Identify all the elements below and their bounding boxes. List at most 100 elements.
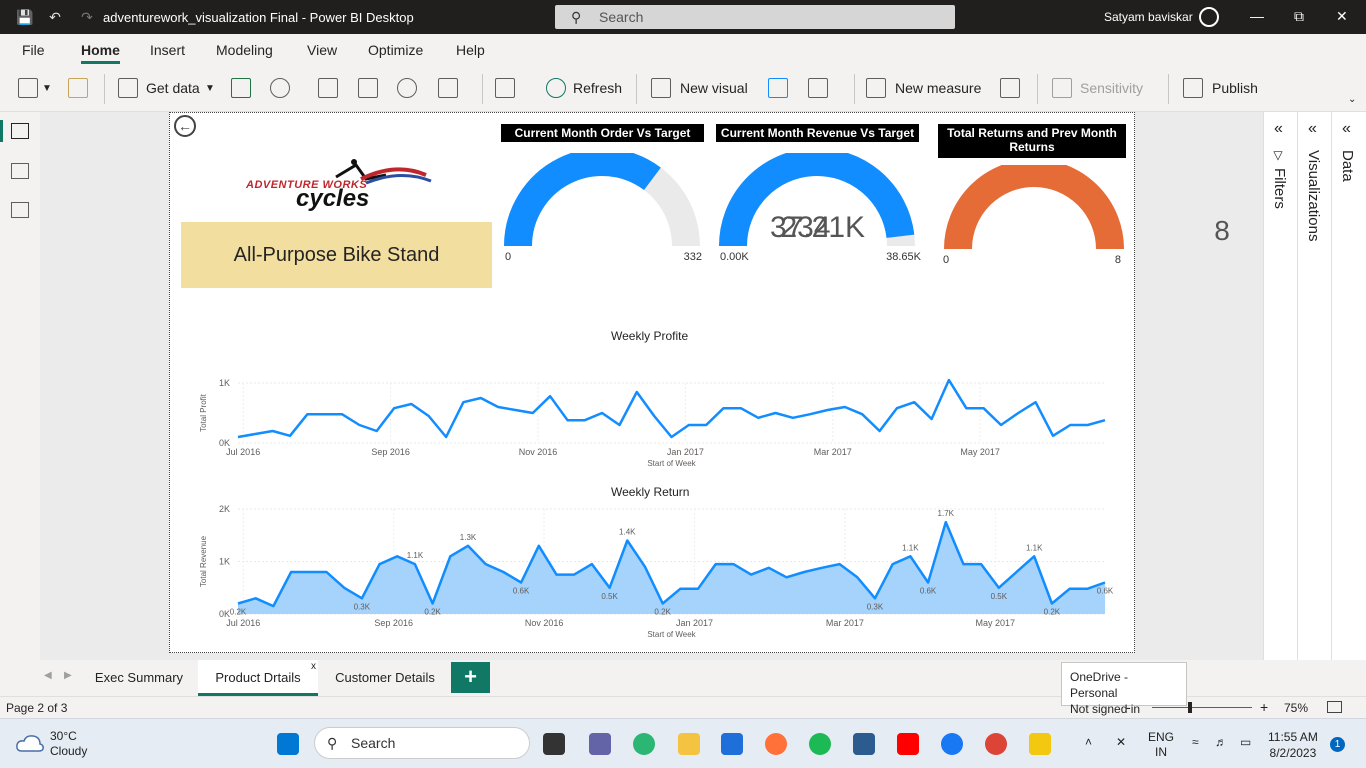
visualizations-pane-collapsed[interactable]: « Visualizations [1297,112,1331,660]
avatar-icon[interactable] [1199,7,1219,27]
format-painter-icon[interactable] [68,78,88,98]
teams-icon[interactable] [589,733,611,755]
onelake-icon[interactable] [270,78,290,98]
zoom-in-button[interactable]: + [1260,699,1268,715]
dataverse-icon[interactable] [318,78,338,98]
excel-icon[interactable] [231,78,251,98]
publish-button[interactable]: Publish [1212,80,1258,96]
notification-badge[interactable]: 1 [1330,737,1345,752]
back-arrow-icon[interactable]: ← [174,115,196,137]
prev-page-icon[interactable]: ◀ [44,670,52,681]
start-icon[interactable] [277,733,299,755]
facebook-icon[interactable] [941,733,963,755]
refresh-button[interactable]: Refresh [573,80,622,96]
refresh-icon[interactable] [546,78,566,98]
spotify-icon[interactable] [809,733,831,755]
expand-filters-icon[interactable]: « [1274,120,1283,138]
filters-pane-collapsed[interactable]: « ▽ Filters [1263,112,1297,660]
gauge-orders-max: 332 [683,251,702,263]
zoom-slider-thumb[interactable] [1188,702,1192,713]
product-name-card[interactable]: All-Purpose Bike Stand [181,222,492,288]
weather-widget[interactable]: 30°C Cloudy [50,729,87,759]
task-view-icon[interactable] [543,733,565,755]
paste-dropdown-icon[interactable]: ▼ [42,83,52,94]
menu-view[interactable]: View [307,42,337,58]
enter-data-icon[interactable] [358,78,378,98]
expand-data-icon[interactable]: « [1342,120,1351,138]
text-box-icon[interactable] [768,78,788,98]
show-hidden-icons[interactable]: ˄ [1085,735,1092,749]
menu-modeling[interactable]: Modeling [216,42,273,58]
table-view-icon[interactable] [11,163,29,179]
gauge-returns[interactable]: 8 0 8 [940,159,1230,275]
data-label: 1.1K [902,543,919,552]
weekly-return-chart[interactable]: 0K1K2KJul 2016 Sep 2016 Nov 2016 Jan 2017 Ma… [190,501,1120,641]
gauge-fill [944,159,1124,250]
publish-icon[interactable] [1183,78,1203,98]
power-bi-icon[interactable] [1029,733,1051,755]
model-view-icon[interactable] [11,202,29,218]
expand-visualizations-icon[interactable]: « [1308,120,1317,138]
menu-help[interactable]: Help [456,42,485,58]
undo-icon[interactable]: ↶ [46,8,64,26]
more-visuals-icon[interactable] [808,78,828,98]
taskbar-search[interactable]: ⚲ Search [314,727,530,759]
data-label: 1.7K [938,509,955,518]
data-label: 0.5K [991,592,1008,601]
new-visual-button[interactable]: New visual [680,80,748,96]
tab-exec-summary[interactable]: Exec Summary [84,660,194,696]
report-view-icon[interactable] [11,123,29,139]
close-tab-icon[interactable]: x [311,649,316,685]
clock[interactable]: 11:55 AM 8/2/2023 [1268,729,1318,761]
user-name[interactable]: Satyam baviskar [1104,10,1193,24]
new-measure-button[interactable]: New measure [895,80,981,96]
paste-icon[interactable] [18,78,38,98]
menu-file[interactable]: File [22,42,45,58]
get-data-button[interactable]: Get data [146,80,200,96]
tab-customer-details[interactable]: Customer Details [325,660,445,696]
add-page-button[interactable]: + [451,662,490,693]
menu-home[interactable]: Home [81,42,120,58]
collapse-ribbon-icon[interactable]: ⌄ [1348,94,1356,105]
new-visual-icon[interactable] [651,78,671,98]
calculator-icon[interactable] [866,78,886,98]
wifi-icon[interactable]: ≈ [1192,735,1199,749]
youtube-icon[interactable] [897,733,919,755]
tab-product-details[interactable]: Product Drtails x [198,660,318,696]
weekly-profit-chart[interactable]: 0K1KJul 2016 Sep 2016 Nov 2016 Jan 2017 Mar … [190,349,1120,469]
logo-line2: cycles [296,185,370,212]
database-icon[interactable] [118,78,138,98]
window-title: adventurework_visualization Final - Powe… [103,10,414,25]
volume-icon[interactable]: ♬ [1215,735,1227,749]
minimize-icon[interactable]: — [1250,8,1264,24]
edge-icon[interactable] [633,733,655,755]
get-data-dropdown-icon[interactable]: ▼ [205,83,215,94]
next-page-icon[interactable]: ▶ [64,670,72,681]
gauge-orders[interactable]: 234 0 332 [501,148,831,273]
menu-optimize[interactable]: Optimize [368,42,423,58]
close-icon[interactable]: ✕ [1336,8,1348,25]
file-explorer-icon[interactable] [678,733,700,755]
redo-icon[interactable]: ↷ [78,8,96,26]
transform-icon[interactable] [495,78,515,98]
series-line[interactable] [237,378,1106,439]
save-icon[interactable]: 💾 [16,8,34,26]
quick-measure-icon[interactable] [1000,78,1020,98]
gauge-revenue[interactable]: 37.21K 0.00K 38.65K [716,148,923,273]
mail-icon[interactable] [721,733,743,755]
onedrive-line2: Not signed in [1070,702,1141,716]
battery-icon[interactable]: ▭ [1240,735,1251,749]
title-search-box[interactable]: ⚲ Search [555,5,955,29]
network-off-icon[interactable]: ✕ [1116,735,1126,749]
language-indicator[interactable]: ENG IN [1148,730,1174,760]
data-pane-collapsed[interactable]: « Data [1331,112,1365,660]
menu-insert[interactable]: Insert [150,42,185,58]
y-tick-label: 2K [219,504,230,514]
chrome-icon[interactable] [985,733,1007,755]
firefox-icon[interactable] [765,733,787,755]
sql-server-icon[interactable] [853,733,875,755]
transform-data-icon[interactable] [438,78,458,98]
restore-icon[interactable]: ⧉ [1294,8,1304,25]
recent-sources-icon[interactable] [397,78,417,98]
fit-to-page-icon[interactable] [1327,701,1342,713]
